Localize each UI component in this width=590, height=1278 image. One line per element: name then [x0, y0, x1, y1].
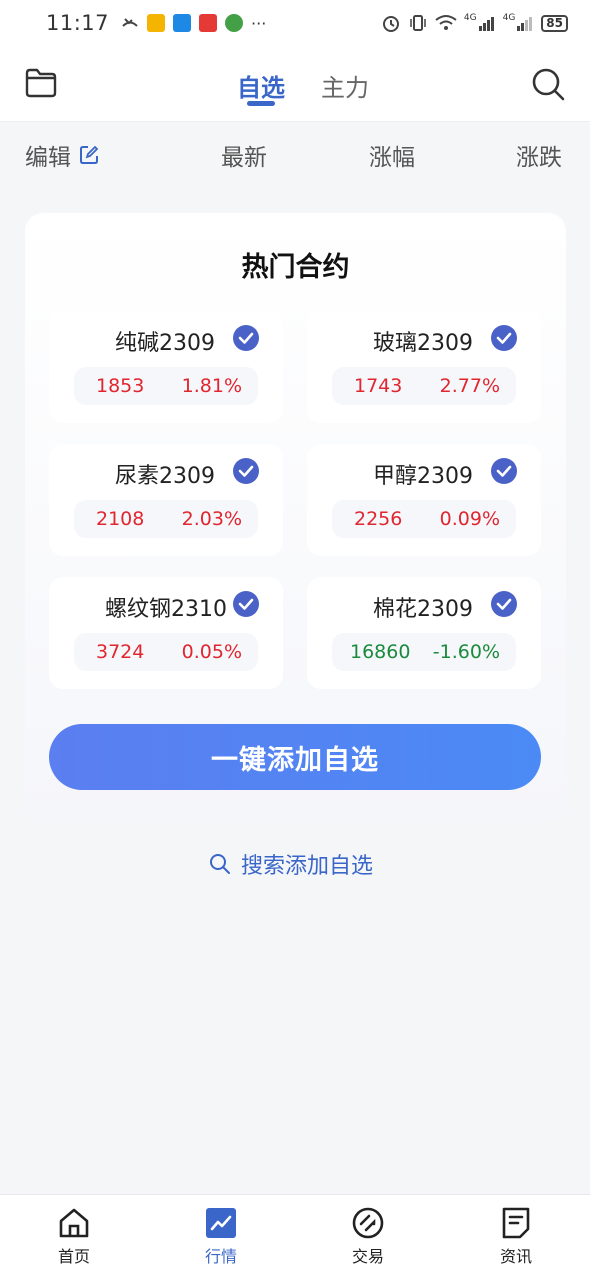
contract-name: 玻璃2309: [373, 331, 473, 356]
vibrate-icon: [410, 15, 426, 31]
quote-pill: 3724 0.05%: [74, 633, 258, 671]
contract-change-pct: 1.81%: [181, 375, 242, 397]
signal-4g-label: 4G: [463, 13, 477, 23]
edit-icon: [80, 145, 99, 164]
quote-pill: 16860 -1.60%: [332, 633, 516, 671]
nav-market[interactable]: 行情: [181, 1207, 261, 1267]
checked-icon[interactable]: [491, 458, 517, 484]
search-icon: [210, 854, 230, 874]
status-time: 11:17: [46, 11, 110, 35]
signal-4g-label-2: 4G: [502, 13, 516, 23]
nav-home-label: 首页: [57, 1247, 90, 1266]
reddit-style-app-icon: [199, 14, 218, 32]
market-chart-icon: [206, 1208, 236, 1238]
checked-icon[interactable]: [233, 458, 259, 484]
quote-pill: 1743 2.77%: [332, 367, 516, 405]
checked-icon[interactable]: [491, 325, 517, 351]
quote-pill: 2108 2.03%: [74, 500, 258, 538]
contract-name: 纯碱2309: [115, 331, 215, 356]
contract-price: 1853: [96, 375, 145, 397]
signal-strength-icon-2: [517, 17, 533, 31]
contract-name: 甲醇2309: [373, 464, 473, 489]
battery-indicator: 85: [541, 14, 568, 32]
contract-card[interactable]: 纯碱2309 1853 1.81%: [49, 311, 283, 423]
contract-card[interactable]: 棉花2309 16860 -1.60%: [307, 577, 541, 689]
quote-pill: 1853 1.81%: [74, 367, 258, 405]
checked-icon[interactable]: [233, 591, 259, 617]
column-header-row: 编辑 最新 涨幅 涨跌: [0, 123, 590, 181]
search-add-label: 搜索添加自选: [241, 854, 374, 879]
edit-label: 编辑: [25, 145, 71, 171]
nav-trade[interactable]: 交易: [328, 1207, 408, 1267]
search-add-link[interactable]: 搜索添加自选: [209, 848, 373, 880]
news-icon: [502, 1207, 530, 1239]
checked-icon[interactable]: [233, 325, 259, 351]
checked-icon[interactable]: [491, 591, 517, 617]
missed-call-icon: [122, 18, 138, 27]
tab-main-contract[interactable]: 主力: [321, 68, 369, 103]
weibo-app-icon: [147, 14, 166, 32]
contract-change-pct: 2.77%: [439, 375, 500, 397]
column-change-pct[interactable]: 涨幅: [369, 138, 415, 172]
signal-strength-icon: [478, 17, 494, 31]
contract-price: 3724: [96, 641, 145, 663]
hot-contracts-title: 热门合约: [241, 252, 350, 283]
green-app-icon: [225, 14, 244, 32]
wifi-icon: [435, 15, 457, 30]
contract-name: 尿素2309: [115, 464, 215, 489]
contract-name: 棉花2309: [373, 597, 473, 622]
contract-card[interactable]: 甲醇2309 2256 0.09%: [307, 444, 541, 556]
status-bar: 11:17 ··· 4G 4G 85: [0, 0, 590, 46]
search-icon[interactable]: [530, 66, 566, 102]
add-all-to-watchlist-button[interactable]: 一键添加自选: [49, 724, 541, 790]
contract-change-pct: 0.05%: [181, 641, 242, 663]
active-tab-indicator: [247, 101, 275, 106]
contract-card[interactable]: 尿素2309 2108 2.03%: [49, 444, 283, 556]
nav-home[interactable]: 首页: [34, 1207, 114, 1267]
alarm-icon: [382, 16, 399, 32]
trade-icon: [352, 1207, 384, 1239]
contract-price: 1743: [354, 375, 403, 397]
quote-pill: 2256 0.09%: [332, 500, 516, 538]
contract-card[interactable]: 螺纹钢2310 3724 0.05%: [49, 577, 283, 689]
contract-change-pct: -1.60%: [432, 641, 500, 663]
contract-card[interactable]: 玻璃2309 1743 2.77%: [307, 311, 541, 423]
nav-news[interactable]: 资讯: [476, 1207, 556, 1267]
bottom-nav: 首页 行情 交易 资讯: [0, 1194, 590, 1278]
top-header: 自选 主力: [0, 46, 590, 122]
contract-name: 螺纹钢2310: [105, 597, 227, 622]
nav-trade-label: 交易: [351, 1247, 384, 1266]
column-latest[interactable]: 最新: [221, 138, 267, 172]
contract-change-pct: 2.03%: [181, 508, 242, 530]
contract-price: 2108: [96, 508, 145, 530]
edit-button[interactable]: 编辑: [25, 138, 99, 172]
more-notifications-icon: ···: [251, 13, 267, 33]
tab-watchlist[interactable]: 自选: [237, 68, 285, 103]
contract-price: 16860: [350, 641, 411, 663]
home-icon: [59, 1208, 89, 1238]
folder-icon[interactable]: [24, 66, 58, 100]
nav-news-label: 资讯: [499, 1247, 532, 1266]
contract-price: 2256: [354, 508, 403, 530]
nav-market-label: 行情: [204, 1247, 237, 1266]
contract-change-pct: 0.09%: [439, 508, 500, 530]
hot-contracts-card: 热门合约 纯碱2309 1853 1.81% 玻璃2309 1743 2.77%…: [25, 213, 566, 822]
navigation-app-icon: [173, 14, 192, 32]
column-change[interactable]: 涨跌: [516, 138, 562, 172]
